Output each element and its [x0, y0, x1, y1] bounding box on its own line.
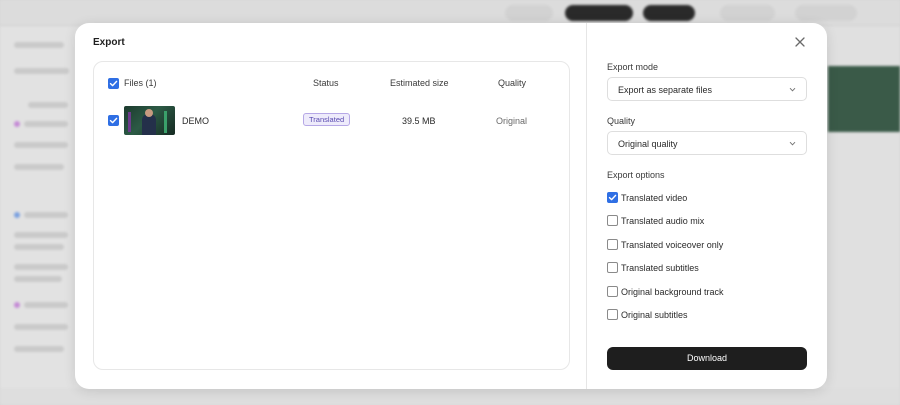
row-checkbox[interactable] — [108, 115, 119, 126]
video-thumbnail — [124, 106, 175, 135]
export-mode-label: Export mode — [607, 62, 659, 72]
chevron-down-icon — [789, 141, 796, 146]
download-button[interactable]: Download — [607, 347, 807, 370]
export-mode-select[interactable]: Export as separate files — [607, 77, 807, 101]
export-dialog: Export Files (1) Status Estimated size Q… — [75, 23, 827, 389]
background-button — [505, 5, 553, 21]
option-checkbox[interactable] — [607, 286, 618, 297]
chevron-down-icon — [789, 87, 796, 92]
background-transcript — [0, 26, 75, 405]
option-checkbox[interactable] — [607, 239, 618, 250]
option-label: Translated audio mix — [621, 216, 705, 226]
quality-select[interactable]: Original quality — [607, 131, 807, 155]
background-video-thumbnail — [828, 66, 900, 132]
files-table: Files (1) Status Estimated size Quality … — [93, 61, 570, 370]
file-quality: Original — [496, 116, 528, 126]
column-header-estimated-size: Estimated size — [390, 78, 449, 88]
file-size: 39.5 MB — [402, 116, 436, 126]
column-header-quality: Quality — [498, 78, 527, 88]
dialog-title: Export — [93, 37, 125, 48]
background-button — [720, 5, 775, 21]
background-bottom-bar — [0, 388, 900, 405]
column-header-files: Files (1) — [124, 78, 157, 88]
export-mode-value: Export as separate files — [618, 85, 713, 95]
file-name: DEMO — [182, 116, 209, 126]
quality-label: Quality — [607, 116, 636, 126]
option-label: Original background track — [621, 287, 724, 297]
background-button — [795, 5, 857, 21]
option-label: Original subtitles — [621, 310, 688, 320]
column-header-status: Status — [313, 78, 339, 88]
option-checkbox[interactable] — [607, 192, 618, 203]
option-checkbox[interactable] — [607, 309, 618, 320]
background-button — [565, 5, 633, 21]
export-options-label: Export options — [607, 170, 665, 180]
select-all-checkbox[interactable] — [108, 78, 119, 89]
quality-value: Original quality — [618, 139, 678, 149]
option-checkbox[interactable] — [607, 262, 618, 273]
option-label: Translated video — [621, 193, 688, 203]
option-label: Translated voiceover only — [621, 240, 724, 250]
panel-divider — [586, 23, 587, 389]
background-button — [643, 5, 695, 21]
close-icon[interactable] — [793, 35, 807, 49]
option-checkbox[interactable] — [607, 215, 618, 226]
status-badge: Translated — [303, 113, 351, 126]
option-label: Translated subtitles — [621, 263, 699, 273]
